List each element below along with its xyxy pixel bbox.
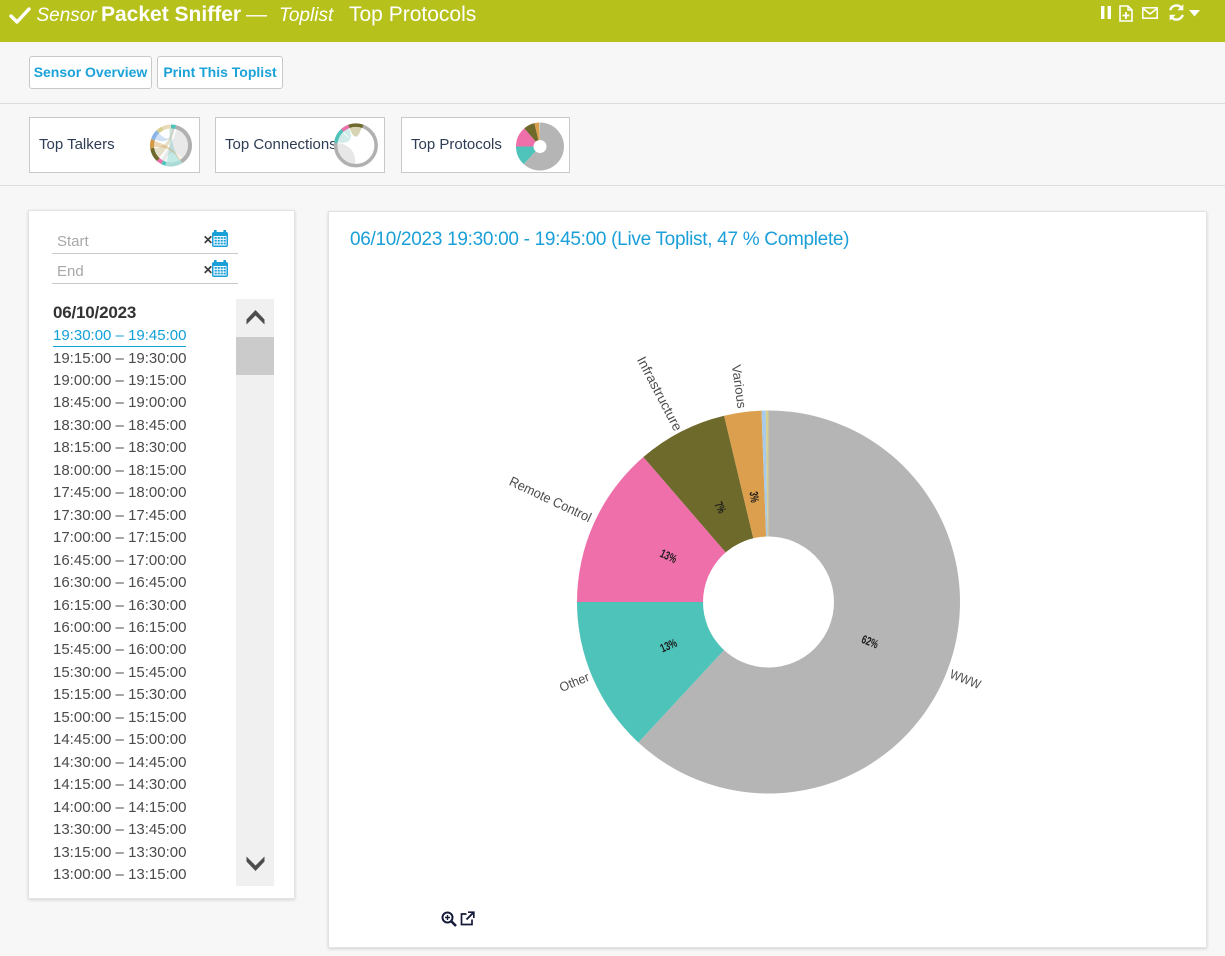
svg-text:Other: Other [557,669,592,695]
svg-text:3%: 3% [747,491,762,504]
svg-text:Infrastructure: Infrastructure [634,354,685,434]
svg-text:Various: Various [729,364,750,410]
svg-text:Remote Control: Remote Control [507,474,594,525]
svg-text:WWW: WWW [948,666,984,692]
